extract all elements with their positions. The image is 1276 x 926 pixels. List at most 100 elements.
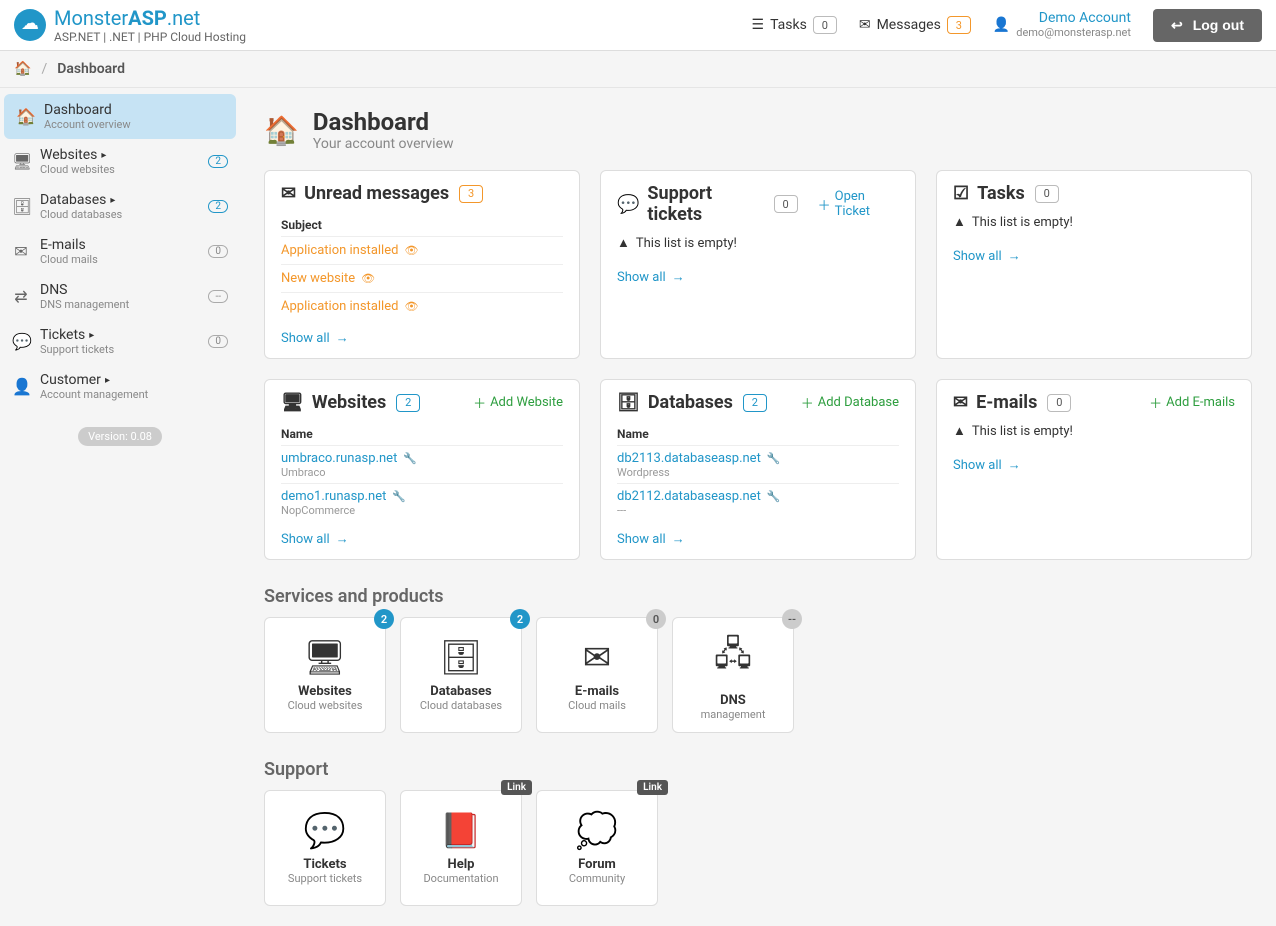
main-content: 🏠 Dashboard Your account overview ✉Unrea… <box>240 88 1276 926</box>
panel-websites: 🖥Websites 2 ＋Add Website Name umbraco.ru… <box>264 379 580 560</box>
sidebar-item-dashboard[interactable]: 🏠 Dashboard Account overview <box>4 94 236 139</box>
column-header: Subject <box>281 214 563 236</box>
monitor-icon: 🖥 <box>303 638 346 678</box>
messages-label: Messages <box>877 17 941 33</box>
brand-tagline: ASP.NET | .NET | PHP Cloud Hosting <box>54 30 246 44</box>
message-row[interactable]: New website👁 <box>281 264 563 292</box>
brand[interactable]: MonsterASP.net ASP.NET | .NET | PHP Clou… <box>14 6 246 44</box>
message-row[interactable]: Application installed👁 <box>281 292 563 320</box>
envelope-icon: ✉ <box>583 638 612 678</box>
eye-icon: 👁 <box>361 272 375 285</box>
tile-help[interactable]: Link 📕 Help Documentation <box>400 790 522 906</box>
database-icon: 🗄 <box>439 638 482 678</box>
open-ticket-link[interactable]: ＋Open Ticket <box>818 189 899 219</box>
tile-badge: -- <box>782 609 802 629</box>
tile-databases[interactable]: 2 🗄 Databases Cloud databases <box>400 617 522 733</box>
count-badge: 0 <box>1035 185 1059 203</box>
list-item: demo1.runasp.net🔧 NopCommerce <box>281 483 563 521</box>
section-services-heading: Services and products <box>264 586 1252 607</box>
database-link[interactable]: db2112.databaseasp.net🔧 <box>617 489 781 504</box>
tasks-count-badge: 0 <box>813 16 837 34</box>
show-all-link[interactable]: Show all→ <box>953 457 1021 473</box>
chat-icon: 💬 <box>12 332 30 351</box>
page-subtitle: Your account overview <box>313 136 454 152</box>
list-item: db2112.databaseasp.net🔧 --- <box>617 483 899 521</box>
sidebar-item-databases[interactable]: 🗄 Databases▸ Cloud databases 2 <box>0 184 240 229</box>
show-all-link[interactable]: Show all→ <box>617 531 685 547</box>
tile-dns[interactable]: -- 🖧 DNS management <box>672 617 794 733</box>
tile-tickets[interactable]: 💬 Tickets Support tickets <box>264 790 386 906</box>
topbar-account[interactable]: 👤 Demo Account demo@monsterasp.net <box>993 11 1131 38</box>
topbar-tasks[interactable]: ☰ Tasks 0 <box>752 16 837 34</box>
panel-databases: 🗄Databases 2 ＋Add Database Name db2113.d… <box>600 379 916 560</box>
chevron-right-icon: ▸ <box>110 195 115 206</box>
website-link[interactable]: demo1.runasp.net🔧 <box>281 489 406 504</box>
add-database-link[interactable]: ＋Add Database <box>801 393 899 412</box>
monitor-icon: 🖥 <box>12 152 30 171</box>
arrow-right-icon: → <box>1008 248 1021 264</box>
website-link[interactable]: umbraco.runasp.net🔧 <box>281 451 417 466</box>
panel-tickets: 💬Support tickets 0 ＋Open Ticket ▲This li… <box>600 170 916 359</box>
wrench-icon: 🔧 <box>767 490 781 503</box>
chat-icon: 💬 <box>304 811 346 851</box>
show-all-link[interactable]: Show all→ <box>281 330 349 346</box>
tile-websites[interactable]: 2 🖥 Websites Cloud websites <box>264 617 386 733</box>
breadcrumb: 🏠 / Dashboard <box>0 51 1276 88</box>
plus-icon: ＋ <box>818 195 831 214</box>
page-title: Dashboard <box>313 108 454 136</box>
panel-tasks: ☑Tasks 0 ▲This list is empty! Show all→ <box>936 170 1252 359</box>
count-badge: 2 <box>743 394 767 412</box>
wrench-icon: 🔧 <box>403 452 417 465</box>
arrow-right-icon: → <box>672 269 685 285</box>
tasks-label: Tasks <box>770 17 807 33</box>
empty-message: ▲This list is empty! <box>617 235 899 251</box>
version-badge: Version: 0.08 <box>78 427 162 446</box>
show-all-link[interactable]: Show all→ <box>953 248 1021 264</box>
link-badge: Link <box>637 780 668 795</box>
sidebar-item-emails[interactable]: ✉ E-mails Cloud mails 0 <box>0 229 240 274</box>
sidebar-item-dns[interactable]: ⇄ DNS DNS management -- <box>0 274 240 319</box>
tile-emails[interactable]: 0 ✉ E-mails Cloud mails <box>536 617 658 733</box>
plus-icon: ＋ <box>801 393 814 412</box>
sidebar-badge: 0 <box>208 335 228 348</box>
brand-logo-icon <box>14 9 46 41</box>
chat-icon: 💬 <box>617 194 639 215</box>
database-icon: 🗄 <box>617 392 640 413</box>
add-website-link[interactable]: ＋Add Website <box>473 393 563 412</box>
warning-icon: ▲ <box>953 423 966 439</box>
add-emails-link[interactable]: ＋Add E-mails <box>1149 393 1235 412</box>
sidebar-item-customer[interactable]: 👤 Customer▸ Account management <box>0 364 240 409</box>
network-icon: 🖧 <box>714 630 752 687</box>
account-email: demo@monsterasp.net <box>1016 27 1131 39</box>
message-row[interactable]: Application installed👁 <box>281 236 563 264</box>
show-all-link[interactable]: Show all→ <box>281 531 349 547</box>
tasks-icon: ☑ <box>953 183 969 204</box>
panel-messages: ✉Unread messages 3 Subject Application i… <box>264 170 580 359</box>
book-icon: 📕 <box>440 811 482 851</box>
chevron-right-icon: ▸ <box>89 330 94 341</box>
sidebar-item-tickets[interactable]: 💬 Tickets▸ Support tickets 0 <box>0 319 240 364</box>
logout-icon: ↩ <box>1171 17 1183 34</box>
database-icon: 🗄 <box>12 197 30 216</box>
wrench-icon: 🔧 <box>392 490 406 503</box>
network-icon: ⇄ <box>12 287 30 306</box>
topbar: MonsterASP.net ASP.NET | .NET | PHP Clou… <box>0 0 1276 51</box>
breadcrumb-current: Dashboard <box>57 61 125 77</box>
count-badge: 0 <box>1047 394 1071 412</box>
column-header: Name <box>281 423 563 445</box>
arrow-right-icon: → <box>672 531 685 547</box>
topbar-messages[interactable]: ✉ Messages 3 <box>859 16 971 34</box>
show-all-link[interactable]: Show all→ <box>617 269 685 285</box>
sidebar-item-websites[interactable]: 🖥 Websites▸ Cloud websites 2 <box>0 139 240 184</box>
brand-name: MonsterASP.net <box>54 6 246 30</box>
sidebar: 🏠 Dashboard Account overview 🖥 Websites▸… <box>0 88 240 926</box>
database-link[interactable]: db2113.databaseasp.net🔧 <box>617 451 781 466</box>
sidebar-badge: -- <box>208 290 228 303</box>
page-head: 🏠 Dashboard Your account overview <box>264 108 1252 152</box>
home-icon[interactable]: 🏠 <box>14 61 31 77</box>
logout-button[interactable]: ↩ Log out <box>1153 9 1262 42</box>
arrow-right-icon: → <box>1008 457 1021 473</box>
tile-forum[interactable]: Link 💭 Forum Community <box>536 790 658 906</box>
arrow-right-icon: → <box>336 330 349 346</box>
warning-icon: ▲ <box>617 235 630 251</box>
